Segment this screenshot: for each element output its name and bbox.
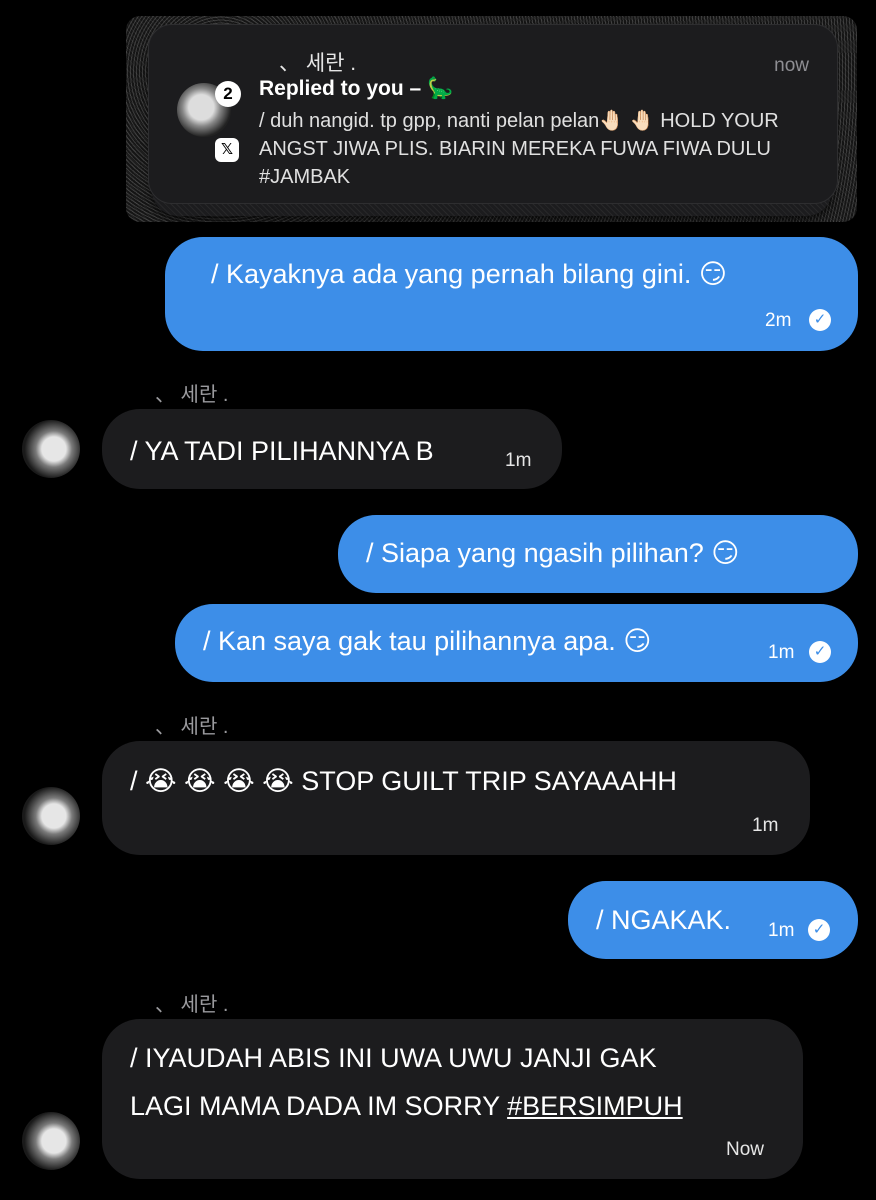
sender-name: 、 세란 . — [155, 716, 229, 738]
incoming-message[interactable]: / YA TADI PILIHANNYA B 1m — [102, 409, 562, 489]
x-logo-icon: 𝕏 — [215, 138, 239, 162]
avatar[interactable] — [22, 420, 80, 478]
incoming-message[interactable]: / 😭 😭 😭 😭 STOP GUILT TRIP SAYAAAHH 1m — [102, 741, 810, 855]
avatar[interactable] — [22, 787, 80, 845]
message-text: / Kan saya gak tau pilihannya apa. 😏 — [203, 626, 652, 656]
message-text: / YA TADI PILIHANNYA B — [130, 436, 434, 466]
message-text: / Kayaknya ada yang pernah bilang gini. … — [211, 259, 727, 289]
notification-title: Replied to you – 🦕 — [259, 77, 454, 100]
notification-count-badge: 2 — [215, 81, 241, 107]
outgoing-message[interactable]: / Kayaknya ada yang pernah bilang gini. … — [165, 237, 858, 351]
message-time: 1m — [768, 642, 795, 663]
message-text: / Siapa yang ngasih pilihan? 😏 — [366, 538, 740, 568]
outgoing-message[interactable]: / NGAKAK. 1m ✓ — [568, 881, 858, 959]
message-text-plain: LAGI MAMA DADA IM SORRY — [130, 1091, 508, 1121]
notification-body: / duh nangid. tp gpp, nanti pelan pelan🤚… — [259, 110, 779, 188]
read-receipt-icon: ✓ — [809, 641, 831, 663]
message-time: 1m — [752, 815, 779, 836]
sender-name: 、 세란 . — [155, 994, 229, 1016]
outgoing-message[interactable]: / Siapa yang ngasih pilihan? 😏 — [338, 515, 858, 593]
sender-name: 、 세란 . — [155, 384, 229, 406]
notification-card[interactable]: 2 𝕏 、 세란 . now Replied to you – 🦕 / duh … — [148, 24, 838, 204]
notification-time: now — [774, 55, 809, 76]
hashtag-link[interactable]: #BERSIMPUH — [507, 1091, 683, 1121]
notification-banner-container: 2 𝕏 、 세란 . now Replied to you – 🦕 / duh … — [126, 16, 857, 222]
message-time: 1m — [505, 450, 532, 471]
message-time: 1m — [768, 920, 795, 941]
outgoing-message[interactable]: / Kan saya gak tau pilihannya apa. 😏 1m … — [175, 604, 858, 682]
notification-sender: 、 세란 . — [279, 52, 357, 75]
message-text-line-2: LAGI MAMA DADA IM SORRY #BERSIMPUH — [130, 1091, 683, 1122]
message-time: 2m — [765, 310, 792, 331]
message-time: Now — [726, 1139, 765, 1160]
message-text: / NGAKAK. — [596, 905, 732, 935]
message-text-line-1: / IYAUDAH ABIS INI UWA UWU JANJI GAK — [130, 1043, 657, 1073]
read-receipt-icon: ✓ — [808, 919, 830, 941]
read-receipt-icon: ✓ — [809, 309, 831, 331]
message-text: / 😭 😭 😭 😭 STOP GUILT TRIP SAYAAAHH — [130, 766, 677, 796]
incoming-message[interactable]: / IYAUDAH ABIS INI UWA UWU JANJI GAK LAG… — [102, 1019, 803, 1179]
avatar[interactable] — [22, 1112, 80, 1170]
